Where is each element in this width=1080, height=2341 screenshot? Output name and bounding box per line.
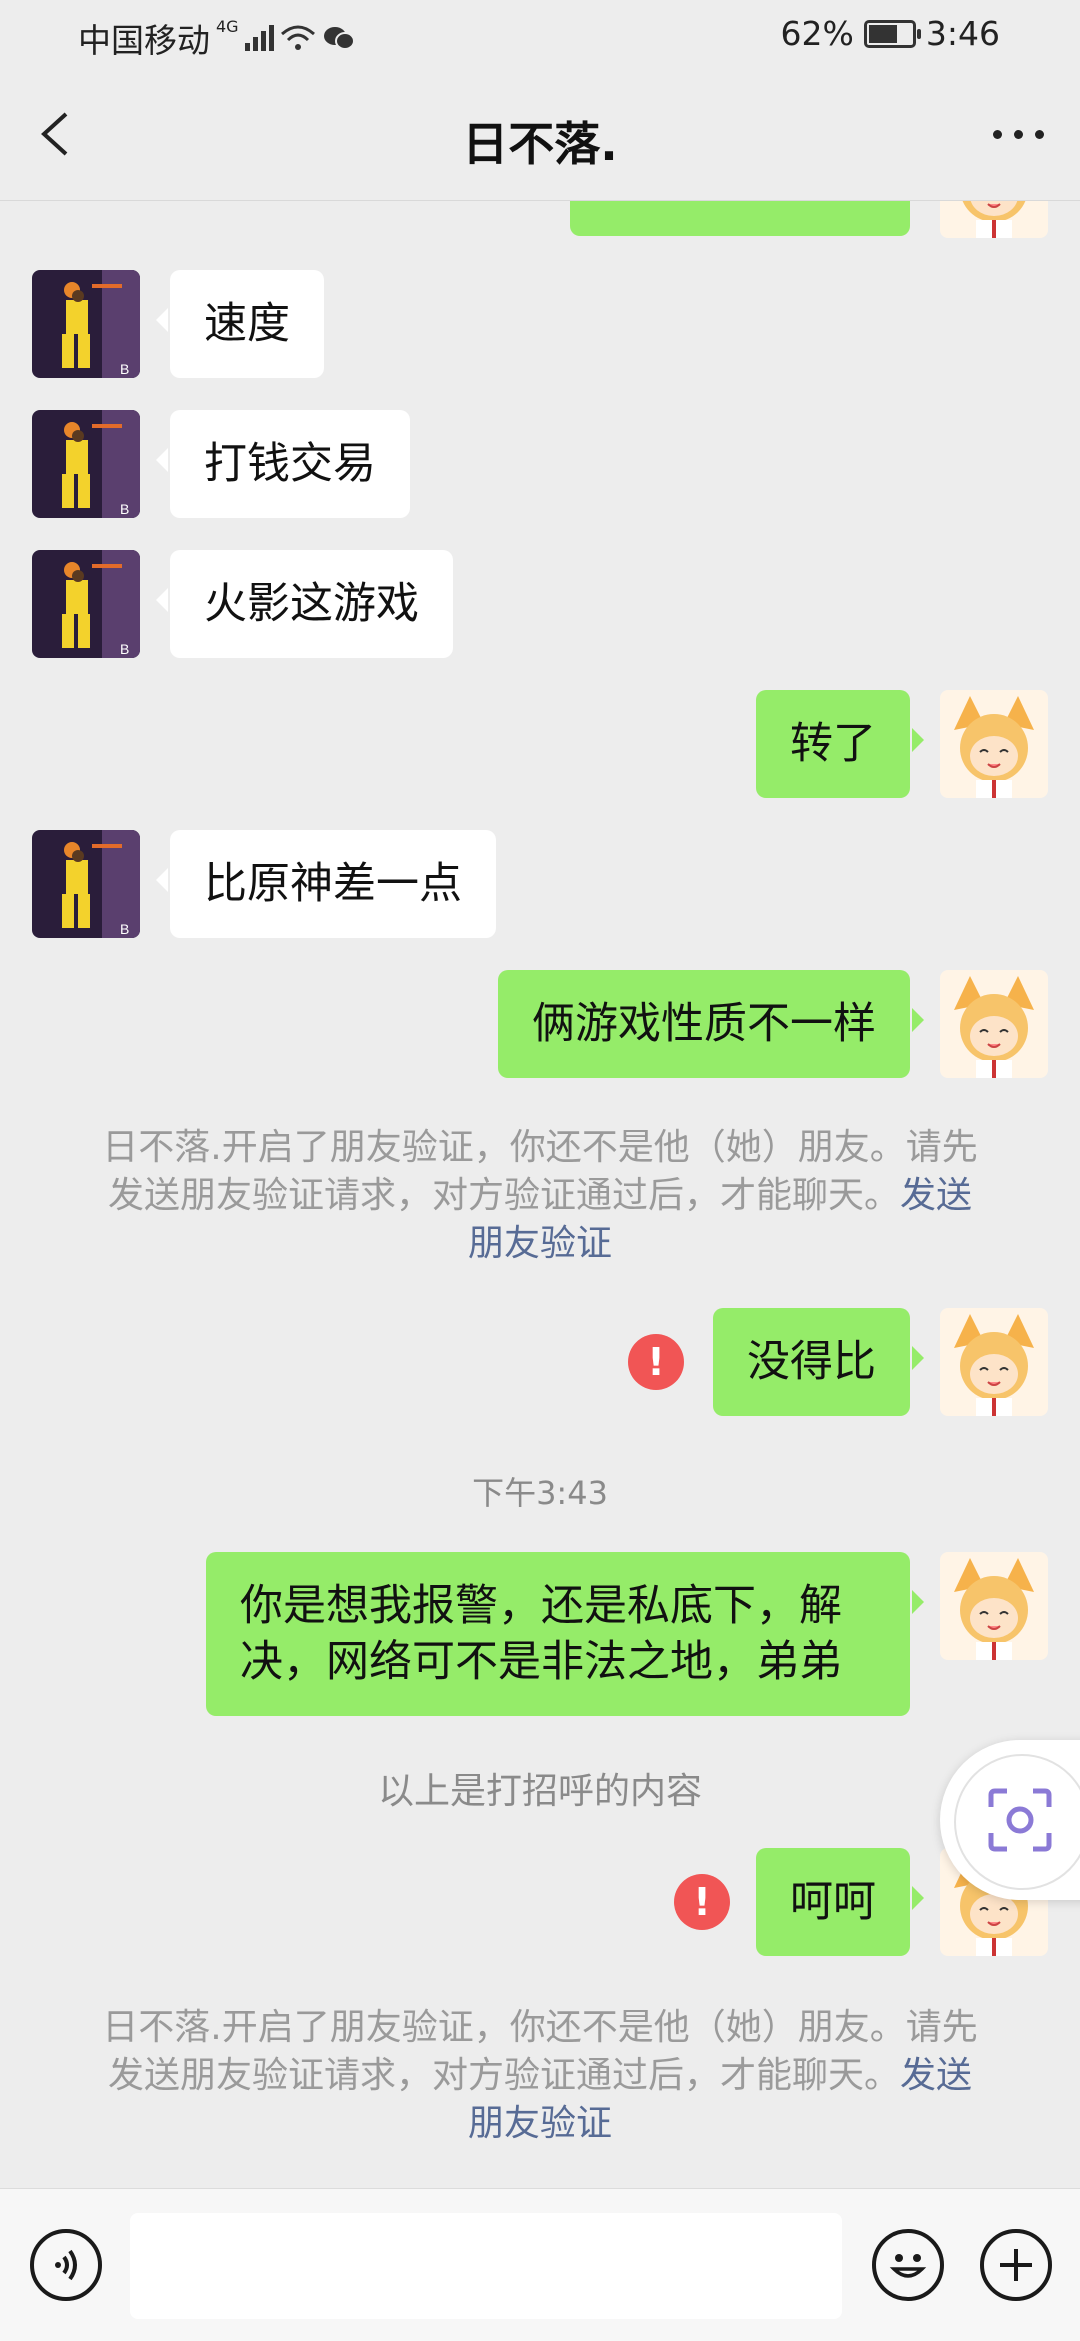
scan-icon (988, 1788, 1052, 1852)
message-bubble-in[interactable]: 打钱交易 (156, 410, 410, 518)
message-bubble-out[interactable]: 转了 (756, 690, 924, 798)
svg-text:B: B (120, 361, 129, 377)
message-bubble-in[interactable]: 速度 (156, 270, 324, 378)
message-bubble-out[interactable]: 呵呵 (756, 1848, 924, 1956)
battery-percent: 62% (780, 14, 854, 53)
svg-text:B: B (120, 641, 129, 657)
my-avatar[interactable] (940, 970, 1048, 1078)
my-avatar[interactable] (940, 1552, 1048, 1660)
message-input[interactable] (130, 2213, 842, 2319)
signal-icon (244, 25, 274, 51)
message-bubble-out[interactable]: 俩游戏性质不一样 (498, 970, 924, 1078)
svg-text:B: B (120, 921, 129, 937)
message-bubble-in[interactable]: 比原神差一点 (156, 830, 496, 938)
input-bar (0, 2188, 1080, 2341)
wechat-status-icon (323, 27, 355, 50)
my-avatar[interactable] (940, 1308, 1048, 1416)
message-bubble-in[interactable]: 火影这游戏 (156, 550, 453, 658)
greeting-notice: 以上是打招呼的内容 (377, 1771, 702, 1812)
verify-notice: 日不落.开启了朋友验证，你还不是他（她）朋友。请先发送朋友验证请求，对方验证通过… (90, 2004, 990, 2148)
verify-notice-text: 日不落.开启了朋友验证，你还不是他（她）朋友。请先发送朋友验证请求，对方验证通过… (102, 1127, 978, 1216)
contact-avatar[interactable]: B (32, 270, 140, 378)
verify-notice: 日不落.开启了朋友验证，你还不是他（她）朋友。请先发送朋友验证请求，对方验证通过… (90, 1124, 990, 1268)
plus-icon (1000, 2249, 1032, 2281)
my-avatar[interactable] (940, 690, 1048, 798)
voice-button[interactable] (30, 2229, 102, 2301)
emoji-button[interactable] (872, 2229, 944, 2301)
carrier-label: 中国移动 (78, 21, 210, 60)
chat-title: 日不落. (462, 117, 618, 171)
network-type: 4G (216, 16, 239, 36)
more-icon (992, 129, 1044, 139)
message-bubble-out[interactable]: 你是想我报警，还是私底下，解决，网络可不是非法之地，弟弟 (206, 1552, 924, 1716)
send-failed-icon[interactable]: ! (628, 1334, 684, 1390)
battery-icon (863, 19, 921, 48)
chat-header: 日不落. (0, 74, 1080, 201)
message-timestamp: 下午3:43 (472, 1474, 608, 1512)
verify-notice-text: 日不落.开启了朋友验证，你还不是他（她）朋友。请先发送朋友验证请求，对方验证通过… (102, 2007, 978, 2096)
contact-avatar[interactable]: B (32, 410, 140, 518)
svg-text:B: B (120, 501, 129, 517)
wifi-icon (280, 25, 315, 50)
contact-avatar[interactable]: B (32, 550, 140, 658)
clock: 3:46 (925, 14, 1000, 53)
voice-icon (55, 2249, 77, 2281)
message-bubble-out[interactable]: 没得比 (713, 1308, 924, 1416)
message-bubble-out[interactable] (570, 200, 910, 236)
send-failed-icon[interactable]: ! (674, 1874, 730, 1930)
emoji-icon (889, 2254, 927, 2278)
plus-button[interactable] (980, 2229, 1052, 2301)
my-avatar[interactable] (940, 200, 1048, 238)
more-button[interactable] (988, 114, 1048, 154)
contact-avatar[interactable]: B (32, 830, 140, 938)
message-list[interactable]: B 速度 B 打钱交易 B 火影这游戏 转了 B 比原神差一点 俩游戏性质不一样 (0, 200, 1080, 2187)
status-bar: 中国移动 4G 62% 3:46 (0, 0, 1080, 74)
